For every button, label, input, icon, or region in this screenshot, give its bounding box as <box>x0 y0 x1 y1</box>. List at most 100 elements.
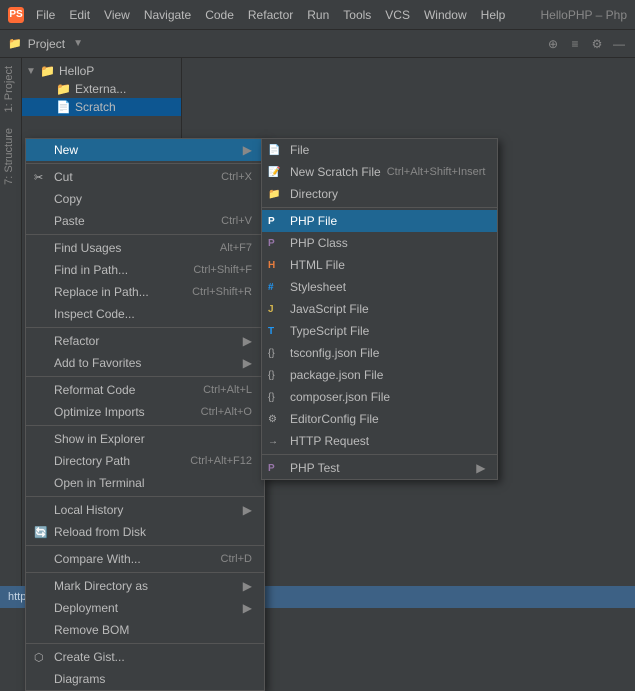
cm-item-terminal[interactable]: Open in Terminal <box>26 472 264 494</box>
cm-label-refactor: Refactor <box>54 334 99 348</box>
scratch-file-shortcut: Ctrl+Alt+Shift+Insert <box>387 166 486 178</box>
sm-label-http: HTTP Request <box>290 434 369 448</box>
cm-label-find-usages: Find Usages <box>54 241 121 255</box>
gear-icon[interactable]: ⊕ <box>545 36 561 52</box>
menu-vcs[interactable]: VCS <box>379 6 416 24</box>
cm-item-compare[interactable]: Compare With... Ctrl+D <box>26 548 264 570</box>
find-path-shortcut: Ctrl+Shift+F <box>193 264 252 276</box>
scratch-file-icon: 📝 <box>268 167 280 178</box>
cm-item-local-history[interactable]: Local History ▶ <box>26 499 264 521</box>
cm-item-create-gist[interactable]: ⬡ Create Gist... <box>26 646 264 668</box>
sm-item-scratch-file[interactable]: 📝 New Scratch File Ctrl+Alt+Shift+Insert <box>262 161 497 183</box>
reformat-shortcut: Ctrl+Alt+L <box>203 384 252 396</box>
sm-label-php-class: PHP Class <box>290 236 348 250</box>
sm-label-package-json: package.json File <box>290 368 383 382</box>
file-icon: 📄 <box>268 145 280 156</box>
menu-help[interactable]: Help <box>475 6 512 24</box>
sm-item-php-file[interactable]: P PHP File <box>262 210 497 232</box>
php-class-icon: P <box>268 238 275 249</box>
list-icon[interactable]: ≡ <box>567 36 583 52</box>
sm-item-tsconfig[interactable]: {} tsconfig.json File <box>262 342 497 364</box>
menu-file[interactable]: File <box>30 6 61 24</box>
sm-item-http[interactable]: → HTTP Request <box>262 430 497 452</box>
optimize-shortcut: Ctrl+Alt+O <box>201 406 252 418</box>
menu-bar: File Edit View Navigate Code Refactor Ru… <box>30 6 511 24</box>
main-area: 1: Project 7: Structure ▼ 📁 HelloP 📁 Ext… <box>0 58 635 608</box>
menu-navigate[interactable]: Navigate <box>138 6 197 24</box>
settings-icon[interactable]: ⚙ <box>589 36 605 52</box>
cm-item-find-in-path[interactable]: Find in Path... Ctrl+Shift+F <box>26 259 264 281</box>
history-arrow: ▶ <box>243 503 252 517</box>
cm-item-reload[interactable]: 🔄 Reload from Disk <box>26 521 264 543</box>
cm-item-find-usages[interactable]: Find Usages Alt+F7 <box>26 237 264 259</box>
separator-8 <box>26 572 264 573</box>
php-test-arrow: ▶ <box>476 461 485 475</box>
html-icon: H <box>268 260 275 271</box>
composer-icon: {} <box>268 392 275 403</box>
cm-item-paste[interactable]: Paste Ctrl+V <box>26 210 264 232</box>
sm-sep-1 <box>262 207 497 208</box>
cm-item-replace-in-path[interactable]: Replace in Path... Ctrl+Shift+R <box>26 281 264 303</box>
cm-label-terminal: Open in Terminal <box>54 476 145 490</box>
separator-9 <box>26 643 264 644</box>
minimize-icon[interactable]: — <box>611 36 627 52</box>
cm-item-dir-path[interactable]: Directory Path Ctrl+Alt+F12 <box>26 450 264 472</box>
menu-window[interactable]: Window <box>418 6 473 24</box>
cm-label-deployment: Deployment <box>54 601 118 615</box>
menu-edit[interactable]: Edit <box>63 6 96 24</box>
cm-item-reformat[interactable]: Reformat Code Ctrl+Alt+L <box>26 379 264 401</box>
cm-item-new[interactable]: New ▶ <box>26 139 264 161</box>
cm-item-refactor[interactable]: Refactor ▶ <box>26 330 264 352</box>
sm-item-file[interactable]: 📄 File <box>262 139 497 161</box>
sm-sep-2 <box>262 454 497 455</box>
replace-shortcut: Ctrl+Shift+R <box>192 286 252 298</box>
cm-item-diagrams[interactable]: Diagrams <box>26 668 264 690</box>
cm-label-diagrams: Diagrams <box>54 672 105 686</box>
title-bar: PS File Edit View Navigate Code Refactor… <box>0 0 635 30</box>
cm-item-show-explorer[interactable]: Show in Explorer <box>26 428 264 450</box>
menu-refactor[interactable]: Refactor <box>242 6 299 24</box>
sm-item-editorconfig[interactable]: ⚙ EditorConfig File <box>262 408 497 430</box>
sm-item-html[interactable]: H HTML File <box>262 254 497 276</box>
sm-item-directory[interactable]: 📁 Directory <box>262 183 497 205</box>
php-test-icon: P <box>268 463 275 474</box>
css-icon: # <box>268 282 274 293</box>
cm-label-find-in-path: Find in Path... <box>54 263 128 277</box>
directory-icon: 📁 <box>268 189 280 200</box>
menu-tools[interactable]: Tools <box>337 6 377 24</box>
cm-item-copy[interactable]: Copy <box>26 188 264 210</box>
cm-item-mark-dir[interactable]: Mark Directory as ▶ <box>26 575 264 597</box>
separator-2 <box>26 234 264 235</box>
sm-label-scratch-file: New Scratch File <box>290 165 381 179</box>
sm-label-composer: composer.json File <box>290 390 390 404</box>
cm-label-favorites: Add to Favorites <box>54 356 141 370</box>
cm-label-dir-path: Directory Path <box>54 454 130 468</box>
menu-view[interactable]: View <box>98 6 136 24</box>
js-icon: J <box>268 304 274 315</box>
sm-item-package-json[interactable]: {} package.json File <box>262 364 497 386</box>
sm-item-php-class[interactable]: P PHP Class <box>262 232 497 254</box>
separator-3 <box>26 327 264 328</box>
http-icon: → <box>268 436 278 447</box>
cm-item-remove-bom[interactable]: Remove BOM <box>26 619 264 641</box>
menu-code[interactable]: Code <box>199 6 240 24</box>
sm-item-composer-json[interactable]: {} composer.json File <box>262 386 497 408</box>
menu-run[interactable]: Run <box>301 6 335 24</box>
cm-item-favorites[interactable]: Add to Favorites ▶ <box>26 352 264 374</box>
sm-item-stylesheet[interactable]: # Stylesheet <box>262 276 497 298</box>
cm-item-deployment[interactable]: Deployment ▶ <box>26 597 264 619</box>
cm-item-cut[interactable]: ✂ Cut Ctrl+X <box>26 166 264 188</box>
cm-label-replace: Replace in Path... <box>54 285 149 299</box>
cm-item-optimize[interactable]: Optimize Imports Ctrl+Alt+O <box>26 401 264 423</box>
sm-label-file: File <box>290 143 309 157</box>
cm-label-paste: Paste <box>54 214 85 228</box>
cm-label-show-explorer: Show in Explorer <box>54 432 145 446</box>
mark-dir-arrow: ▶ <box>243 579 252 593</box>
sm-item-javascript[interactable]: J JavaScript File <box>262 298 497 320</box>
cm-item-inspect[interactable]: Inspect Code... <box>26 303 264 325</box>
project-header: 📁 Project ▼ ⊕ ≡ ⚙ — <box>0 30 635 58</box>
sm-item-typescript[interactable]: T TypeScript File <box>262 320 497 342</box>
separator-1 <box>26 163 264 164</box>
sm-label-directory: Directory <box>290 187 338 201</box>
sm-item-php-test[interactable]: P PHP Test ▶ <box>262 457 497 479</box>
